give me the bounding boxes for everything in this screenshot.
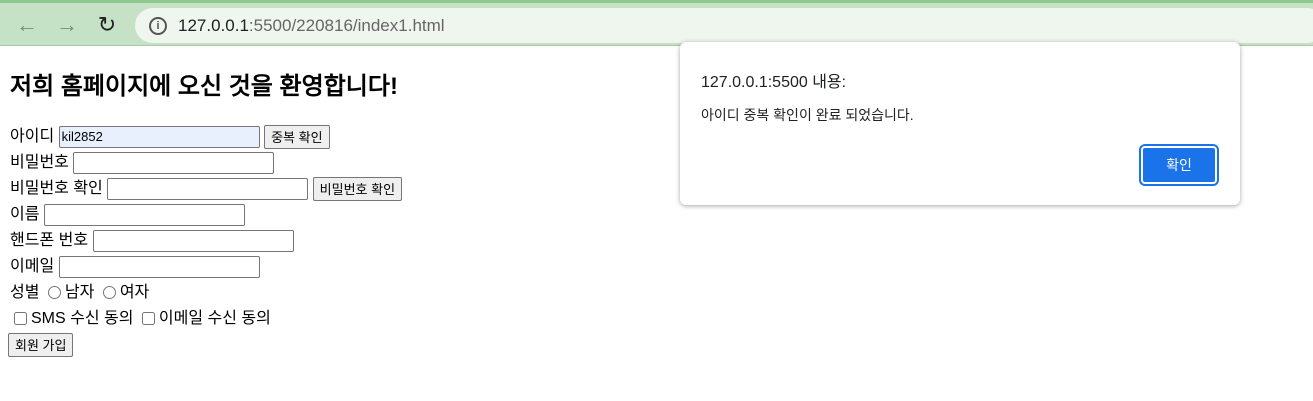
name-input[interactable] [43, 203, 245, 226]
female-label: 여자 [119, 284, 150, 301]
page-title: 저희 홈페이지에 오신 것을 환영합니다! [10, 73, 398, 100]
browser-toolbar: ← → ↻ i 127.0.0.1:5500/220816/index1.htm… [0, 0, 1313, 46]
submit-row: 회원 가입 [8, 332, 402, 358]
password-confirm-input[interactable] [107, 177, 309, 200]
password-input[interactable] [73, 151, 275, 174]
id-label: 아이디 [10, 128, 55, 145]
id-input[interactable] [58, 125, 260, 148]
email-label: 이메일 [10, 258, 55, 275]
sms-label: SMS 수신 동의 [31, 310, 134, 327]
gender-label: 성별 [10, 284, 40, 301]
email-consent-checkbox[interactable] [141, 312, 155, 326]
password-row: 비밀번호 [10, 150, 402, 176]
signup-page: 저희 홈페이지에 오신 것을 환영합니다! 아이디 중복 확인 비밀번호 비밀번… [8, 70, 403, 358]
url-text: 127.0.0.1:5500/220816/index1.html [178, 16, 445, 36]
male-radio[interactable] [47, 286, 61, 300]
signup-button[interactable]: 회원 가입 [8, 332, 74, 357]
password-confirm-label: 비밀번호 확인 [10, 180, 103, 197]
name-row: 이름 [10, 202, 402, 228]
url-path: :5500/220816/index1.html [248, 16, 445, 35]
forward-arrow-icon[interactable]: → [54, 12, 80, 38]
id-row: 아이디 중복 확인 [10, 124, 402, 150]
dup-check-button[interactable]: 중복 확인 [264, 124, 330, 149]
url-host: 127.0.0.1 [178, 16, 249, 35]
sms-checkbox[interactable] [14, 312, 27, 326]
info-icon[interactable]: i [149, 17, 167, 35]
male-label: 남자 [64, 284, 95, 301]
dialog-ok-button[interactable]: 확인 [1139, 144, 1219, 186]
alert-dialog: 127.0.0.1:5500 내용: 아이디 중복 확인이 완료 되었습니다. … [680, 42, 1240, 205]
consent-row: SMS 수신 동의 이메일 수신 동의 [10, 306, 402, 332]
password-confirm-row: 비밀번호 확인 비밀번호 확인 [10, 176, 403, 202]
female-radio[interactable] [102, 286, 116, 300]
address-bar[interactable]: i 127.0.0.1:5500/220816/index1.html [135, 8, 1313, 43]
email-row: 이메일 [10, 254, 402, 280]
name-label: 이름 [10, 206, 40, 223]
password-label: 비밀번호 [10, 154, 69, 171]
dialog-message: 아이디 중복 확인이 완료 되었습니다. [701, 107, 914, 123]
dialog-title: 127.0.0.1:5500 내용: [701, 74, 847, 91]
phone-input[interactable] [92, 229, 294, 252]
email-consent-label: 이메일 수신 동의 [158, 310, 271, 327]
email-input[interactable] [58, 255, 260, 278]
phone-label: 핸드폰 번호 [10, 232, 89, 249]
back-arrow-icon[interactable]: ← [14, 12, 40, 38]
password-confirm-button[interactable]: 비밀번호 확인 [312, 176, 403, 201]
gender-row: 성별 남자 여자 [10, 280, 402, 306]
reload-icon[interactable]: ↻ [94, 12, 120, 38]
phone-row: 핸드폰 번호 [10, 228, 402, 254]
